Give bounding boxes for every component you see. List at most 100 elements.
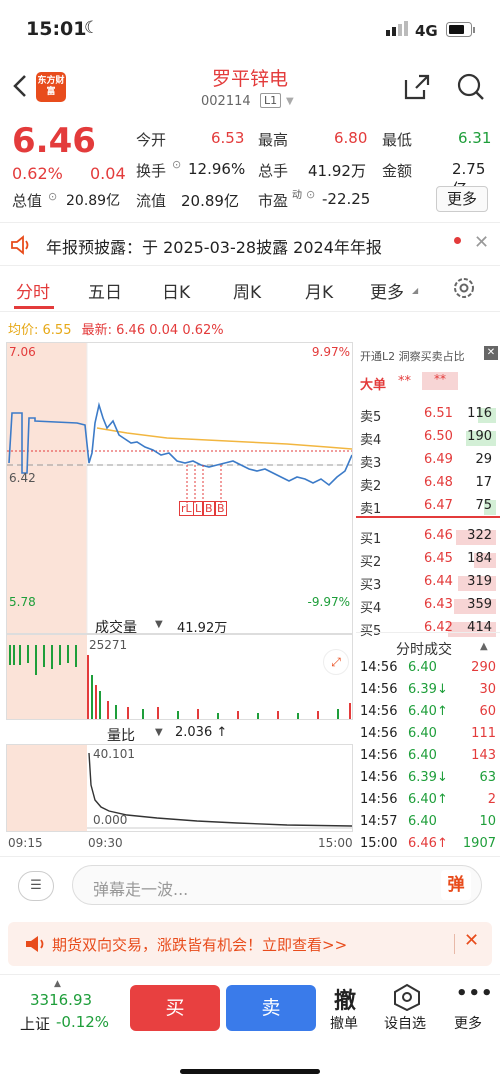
marker-b[interactable]: B bbox=[215, 501, 227, 516]
watchlist-label[interactable]: 设自选 bbox=[384, 1013, 426, 1033]
volume-value: 41.92万 bbox=[177, 621, 228, 636]
cancel-order-label[interactable]: 撤单 bbox=[330, 1013, 358, 1033]
ask-volume: 190 bbox=[467, 429, 492, 444]
ask-label: 卖4 bbox=[360, 433, 382, 448]
trade-volume: 63 bbox=[479, 770, 496, 785]
index-pct: -0.12% bbox=[56, 1013, 110, 1031]
price-chart[interactable]: 7.06 9.97% 6.42 5.78 -9.97% rL L B B bbox=[6, 342, 353, 634]
big-order-val1: ** bbox=[398, 374, 411, 389]
trade-time: 14:56 bbox=[360, 682, 398, 697]
clock: 15:01 bbox=[26, 18, 87, 40]
bottom-toolbar: ▲ 3316.93 上证 -0.12% 买 卖 撤 撤单 设自选 ••• 更多 bbox=[0, 974, 500, 1082]
moon-icon: ☾ bbox=[84, 18, 100, 38]
tab-monthly-k[interactable]: 月K bbox=[305, 278, 333, 303]
mcap-value: 20.89亿 bbox=[66, 193, 121, 209]
float-value: 20.89亿 bbox=[181, 192, 239, 210]
notice-text: 年报预披露：于 2025-03-28披露 2024年年报 bbox=[46, 238, 382, 257]
tab-intraday[interactable]: 分时 bbox=[16, 278, 50, 303]
avg-label: 均价: bbox=[8, 323, 39, 338]
dropdown-icon[interactable]: ▼ bbox=[286, 96, 294, 107]
ratio-line bbox=[88, 752, 352, 827]
time-start: 09:15 bbox=[8, 836, 43, 850]
tab-weekly-k[interactable]: 周K bbox=[233, 278, 261, 303]
close-icon[interactable]: ✕ bbox=[484, 346, 498, 360]
more-button[interactable]: 更多 bbox=[436, 186, 488, 212]
more-label[interactable]: 更多 bbox=[454, 1013, 482, 1033]
close-icon[interactable]: ✕ bbox=[464, 930, 479, 951]
info-icon[interactable]: ⊙ bbox=[172, 158, 181, 171]
bid-volume: 319 bbox=[467, 574, 492, 589]
level-badge[interactable]: L1 bbox=[260, 93, 282, 108]
bid-price: 6.45 bbox=[424, 551, 453, 566]
trade-time: 14:57 bbox=[360, 814, 398, 829]
danmu-input[interactable]: 弹幕走一波... 弹 bbox=[72, 865, 482, 905]
info-icon[interactable]: ⊙ bbox=[306, 188, 315, 201]
trade-row: 14:56 6.40 143 bbox=[360, 748, 496, 763]
close-icon[interactable]: ✕ bbox=[474, 232, 489, 253]
trade-row: 14:57 6.40 10 bbox=[360, 814, 496, 829]
search-icon[interactable] bbox=[456, 72, 486, 106]
share-icon[interactable] bbox=[402, 72, 432, 106]
volume-value: 41.92万 bbox=[308, 162, 366, 180]
trades-collapse-icon[interactable]: ▲ bbox=[480, 641, 488, 652]
battery-icon bbox=[446, 22, 476, 42]
volume-chart[interactable]: 成交量 ▼ 41.92万 25271 ⤢ bbox=[6, 619, 353, 720]
danmu-button[interactable]: 弹 bbox=[441, 870, 471, 900]
chart-legend: 均价: 6.55 最新: 6.46 0.04 0.62% bbox=[8, 319, 224, 338]
l2-promo[interactable]: 开通L2 洞察买卖占比 bbox=[360, 348, 465, 364]
turnover-value: 12.96% bbox=[188, 160, 246, 178]
bid-price: 6.44 bbox=[424, 574, 453, 589]
trade-time: 14:56 bbox=[360, 726, 398, 741]
ad-banner[interactable]: 期货双向交易，涨跌皆有机会！立即查看>> ✕ bbox=[8, 922, 492, 966]
speaker-icon bbox=[10, 235, 32, 259]
ratio-label[interactable]: 量比 bbox=[107, 725, 135, 745]
cancel-order-icon[interactable]: 撤 bbox=[334, 983, 356, 1015]
tab-five-day[interactable]: 五日 bbox=[88, 278, 122, 303]
volume-dropdown-icon[interactable]: ▼ bbox=[155, 619, 163, 630]
ratio-chart[interactable]: 量比 ▼ 2.036 ↑ 40.101 0.000 bbox=[6, 725, 353, 832]
marker-b[interactable]: B bbox=[203, 501, 215, 516]
bid-volume: 322 bbox=[467, 528, 492, 543]
watchlist-icon[interactable] bbox=[392, 983, 422, 1015]
auction-shade bbox=[7, 343, 87, 633]
trade-volume: 143 bbox=[471, 748, 496, 763]
latest-value: 6.46 bbox=[116, 323, 146, 338]
y-bottom-pct: -9.97% bbox=[307, 595, 350, 609]
tab-more[interactable]: 更多 bbox=[370, 278, 404, 303]
trade-price: 6.40 bbox=[408, 726, 437, 741]
trade-price: 6.46↑ bbox=[408, 836, 448, 851]
trade-price: 6.40↑ bbox=[408, 792, 448, 807]
volume-bars bbox=[87, 655, 351, 719]
price-chart-svg bbox=[7, 343, 352, 633]
index-value[interactable]: 3316.93 bbox=[30, 991, 92, 1009]
marker-l[interactable]: L bbox=[193, 501, 204, 516]
ask-price: 6.48 bbox=[424, 475, 453, 490]
trade-time: 14:56 bbox=[360, 660, 398, 675]
latest-pct: 0.62% bbox=[182, 323, 224, 338]
marker-rl[interactable]: rL bbox=[179, 501, 194, 516]
unread-dot bbox=[454, 237, 461, 244]
trade-volume: 1907 bbox=[462, 836, 496, 851]
trades-panel[interactable]: 分时成交 ▲ bbox=[356, 632, 500, 658]
trade-volume: 2 bbox=[487, 792, 496, 807]
index-name[interactable]: 上证 bbox=[20, 1013, 50, 1034]
notice-bar[interactable]: 年报预披露：于 2025-03-28披露 2024年年报 ✕ bbox=[0, 222, 500, 266]
ratio-value: 2.036 ↑ bbox=[175, 725, 228, 740]
bid-price: 6.46 bbox=[424, 528, 453, 543]
volume-label[interactable]: 成交量 bbox=[95, 617, 137, 637]
buy-button[interactable]: 买 bbox=[130, 985, 220, 1031]
bid-price: 6.43 bbox=[424, 597, 453, 612]
info-icon[interactable]: ⊙ bbox=[48, 190, 57, 203]
tab-daily-k[interactable]: 日K bbox=[162, 278, 190, 303]
comment-icon[interactable]: ☰ bbox=[18, 871, 54, 901]
volume-label: 总手 bbox=[258, 162, 289, 180]
high-value: 6.80 bbox=[334, 129, 368, 147]
expand-icon[interactable]: ⤢ bbox=[323, 649, 349, 675]
more-dots-icon[interactable]: ••• bbox=[456, 983, 494, 1004]
settings-icon[interactable] bbox=[452, 276, 476, 304]
y-top-pct: 9.97% bbox=[311, 345, 350, 359]
ask-volume: 17 bbox=[475, 475, 492, 490]
sell-button[interactable]: 卖 bbox=[226, 985, 316, 1031]
ask-price: 6.49 bbox=[424, 452, 453, 467]
ratio-dropdown-icon[interactable]: ▼ bbox=[155, 727, 163, 738]
